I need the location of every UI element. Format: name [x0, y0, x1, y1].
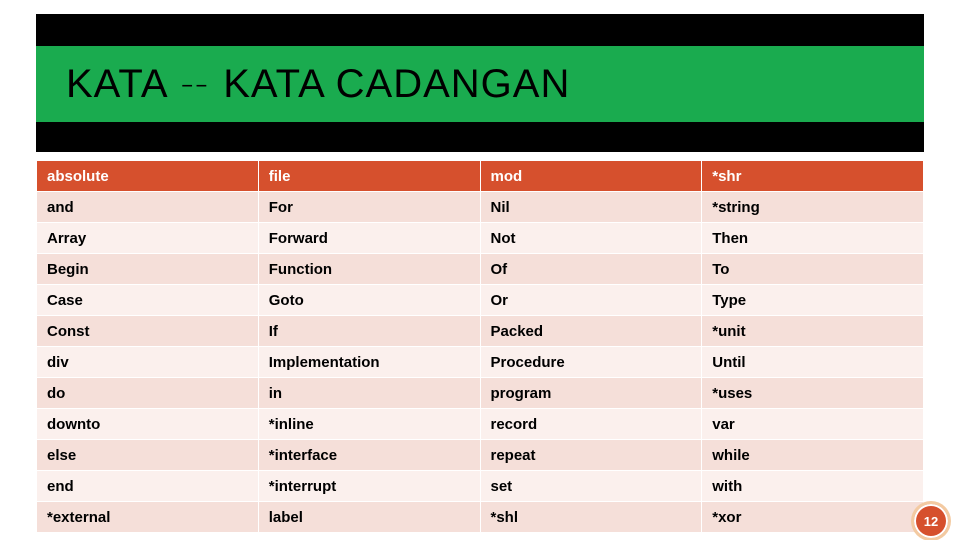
- table-cell: program: [480, 378, 702, 409]
- table-cell: div: [37, 347, 259, 378]
- table-row: and For Nil *string: [37, 192, 924, 223]
- title-part-2: KATA CADANGAN: [223, 62, 570, 106]
- table-cell: record: [480, 409, 702, 440]
- table-row: *external label *shl *xor: [37, 502, 924, 533]
- table-cell: Of: [480, 254, 702, 285]
- table-cell: *unit: [702, 316, 924, 347]
- table-cell: Until: [702, 347, 924, 378]
- table-cell: repeat: [480, 440, 702, 471]
- table-cell: Packed: [480, 316, 702, 347]
- table-cell: If: [258, 316, 480, 347]
- table-cell: var: [702, 409, 924, 440]
- table-cell: while: [702, 440, 924, 471]
- table-cell: Implementation: [258, 347, 480, 378]
- table-row: else *interface repeat while: [37, 440, 924, 471]
- table-cell: Procedure: [480, 347, 702, 378]
- table-header-cell: absolute: [37, 161, 259, 192]
- table-cell: *interface: [258, 440, 480, 471]
- table-cell: *string: [702, 192, 924, 223]
- table-header-cell: mod: [480, 161, 702, 192]
- table-cell: *interrupt: [258, 471, 480, 502]
- table-cell: Const: [37, 316, 259, 347]
- table-cell: label: [258, 502, 480, 533]
- table-cell: Or: [480, 285, 702, 316]
- table-row: end *interrupt set with: [37, 471, 924, 502]
- table-cell: and: [37, 192, 259, 223]
- table-header-cell: file: [258, 161, 480, 192]
- table-cell: Nil: [480, 192, 702, 223]
- page-number: 12: [924, 514, 938, 529]
- table-cell: *external: [37, 502, 259, 533]
- keywords-table: absolute file mod *shr and For Nil *stri…: [36, 160, 924, 533]
- table-cell: Function: [258, 254, 480, 285]
- table-cell: do: [37, 378, 259, 409]
- table-row: Const If Packed *unit: [37, 316, 924, 347]
- table-row: div Implementation Procedure Until: [37, 347, 924, 378]
- table-cell: Then: [702, 223, 924, 254]
- table-row: Array Forward Not Then: [37, 223, 924, 254]
- title-part-1: KATA: [66, 62, 166, 106]
- table-row: downto *inline record var: [37, 409, 924, 440]
- table-cell: end: [37, 471, 259, 502]
- table-cell: Case: [37, 285, 259, 316]
- table-row: do in program *uses: [37, 378, 924, 409]
- table-header-cell: *shr: [702, 161, 924, 192]
- table-cell: in: [258, 378, 480, 409]
- table-cell: *uses: [702, 378, 924, 409]
- title-band: KATA -- KATA CADANGAN: [36, 46, 924, 122]
- table-row: Begin Function Of To: [37, 254, 924, 285]
- table-cell: downto: [37, 409, 259, 440]
- table-cell: *shl: [480, 502, 702, 533]
- title-dash: --: [180, 73, 209, 96]
- table-cell: set: [480, 471, 702, 502]
- table-cell: *inline: [258, 409, 480, 440]
- table-cell: Array: [37, 223, 259, 254]
- title-banner: KATA -- KATA CADANGAN: [36, 14, 924, 152]
- table-header-row: absolute file mod *shr: [37, 161, 924, 192]
- table-cell: Type: [702, 285, 924, 316]
- table-cell: Begin: [37, 254, 259, 285]
- table-cell: Forward: [258, 223, 480, 254]
- table-cell: with: [702, 471, 924, 502]
- table-body: and For Nil *string Array Forward Not Th…: [37, 192, 924, 533]
- table-cell: For: [258, 192, 480, 223]
- table-cell: Not: [480, 223, 702, 254]
- table-cell: else: [37, 440, 259, 471]
- table-row: Case Goto Or Type: [37, 285, 924, 316]
- table-cell: To: [702, 254, 924, 285]
- page-number-badge: 12: [914, 504, 948, 538]
- slide-title: KATA -- KATA CADANGAN: [66, 62, 570, 107]
- table-cell: *xor: [702, 502, 924, 533]
- table-cell: Goto: [258, 285, 480, 316]
